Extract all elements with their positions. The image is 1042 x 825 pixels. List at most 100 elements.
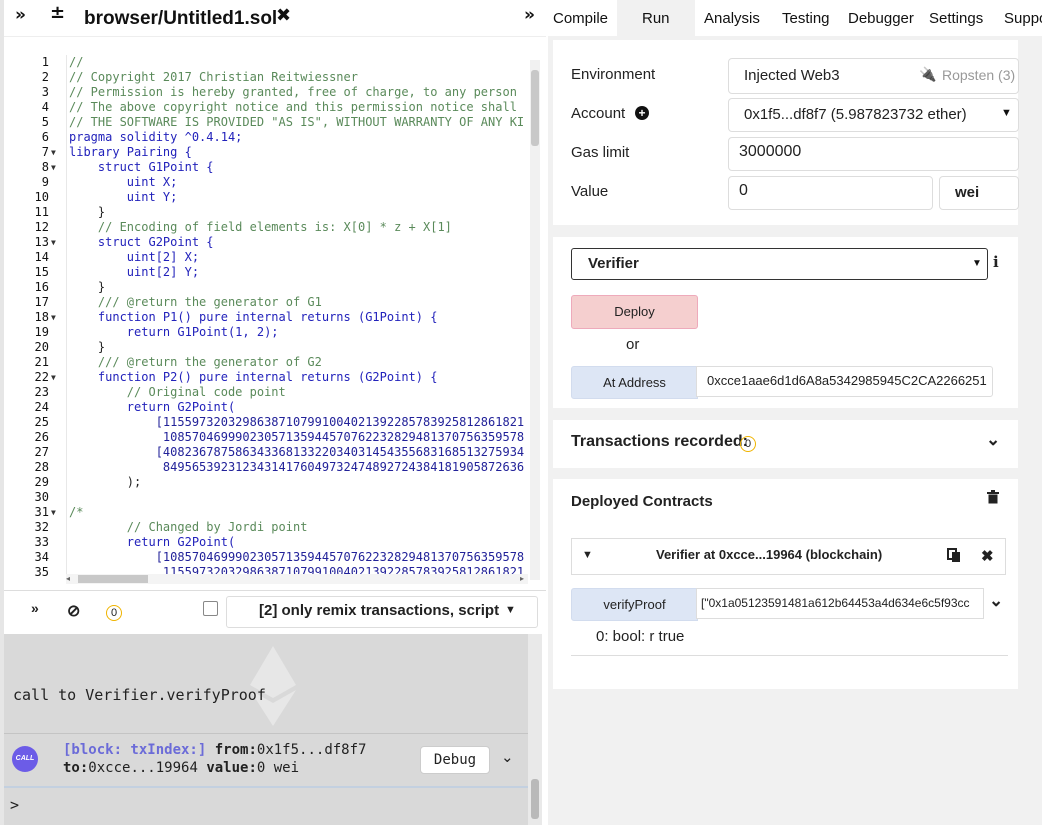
tab-support[interactable]: Support	[1004, 0, 1042, 36]
code-line[interactable]: [115597320329863871079910040213922857839…	[67, 415, 528, 430]
fold-arrow-icon[interactable]: ▼	[51, 145, 56, 160]
code-line[interactable]: library Pairing {	[67, 145, 528, 160]
instance-title: Verifier at 0xcce...19964 (blockchain)	[656, 547, 883, 562]
line-number: 7 ▼	[41, 145, 56, 160]
transactions-recorded-label: Transactions recorded:	[571, 433, 748, 450]
code-line[interactable]: }	[67, 340, 528, 355]
info-icon[interactable]: i	[993, 253, 999, 271]
fold-arrow-icon[interactable]: ▼	[51, 370, 56, 385]
code-line[interactable]: // Copyright 2017 Christian Reitwiessner	[67, 70, 528, 85]
code-line[interactable]: // Changed by Jordi point	[67, 520, 528, 535]
code-line[interactable]: function P2() pure internal returns (G2P…	[67, 370, 528, 385]
code-line[interactable]: return G2Point(	[67, 400, 528, 415]
collapse-right-icon[interactable]: »	[524, 5, 535, 25]
environment-label: Environment	[571, 66, 656, 83]
plug-icon: 🔌	[919, 66, 937, 82]
file-tab-title[interactable]: browser/Untitled1.sol	[84, 8, 277, 30]
code-line[interactable]: uint[2] X;	[67, 250, 528, 265]
close-tab-icon[interactable]: ✖	[276, 5, 291, 26]
line-number: 20	[34, 340, 49, 354]
code-line[interactable]: 8495653923123431417604973247489272438418…	[67, 460, 528, 475]
code-line[interactable]: function P1() pure internal returns (G1P…	[67, 310, 528, 325]
collapse-left-icon[interactable]: »	[15, 5, 26, 25]
code-line[interactable]: //	[67, 55, 528, 70]
terminal-input[interactable]: >	[10, 796, 19, 814]
code-line[interactable]: pragma solidity ^0.4.14;	[67, 130, 528, 145]
code-line[interactable]: 1085704699902305713594457076223282948137…	[67, 430, 528, 445]
code-line[interactable]: }	[67, 280, 528, 295]
code-line[interactable]: // Permission is hereby granted, free of…	[67, 85, 528, 100]
line-number: 9	[41, 175, 49, 189]
editor-horizontal-scrollbar[interactable]	[66, 574, 528, 584]
tab-analysis[interactable]: Analysis	[704, 0, 760, 36]
verify-proof-button[interactable]: verifyProof	[571, 588, 698, 621]
code-editor[interactable]: 1 2 3 4 5 6 7 ▼ 8 ▼ 9 10 11 12 13 ▼ 14 15 16 17 18 ▼ 19 20 21 22 ▼…	[4, 55, 528, 577]
fold-arrow-icon[interactable]: ▼	[51, 310, 56, 325]
code-line[interactable]: /// @return the generator of G1	[67, 295, 528, 310]
line-number: 28	[34, 460, 49, 474]
code-line[interactable]: uint X;	[67, 175, 528, 190]
code-line[interactable]: uint[2] Y;	[67, 265, 528, 280]
tab-debugger[interactable]: Debugger	[848, 0, 914, 36]
code-line[interactable]: );	[67, 475, 528, 490]
line-number: 11	[34, 205, 49, 219]
trash-icon[interactable]	[987, 490, 999, 504]
listen-network-checkbox[interactable]	[203, 601, 218, 616]
code-line[interactable]: [408236787586343368133220340314543556831…	[67, 445, 528, 460]
code-line[interactable]: /*	[67, 505, 528, 520]
value-input[interactable]	[728, 176, 933, 210]
line-number: 31 ▼	[34, 505, 56, 520]
tab-run[interactable]: Run	[642, 0, 670, 36]
tab-compile[interactable]: Compile	[553, 0, 608, 36]
line-number: 33	[34, 535, 49, 549]
code-line[interactable]: [108570469990230571359445707622328294813…	[67, 550, 528, 565]
expand-transaction-chevron-icon[interactable]: ⌄	[501, 748, 514, 766]
expand-args-chevron-icon[interactable]: ⌄	[989, 591, 1003, 611]
clear-terminal-icon[interactable]: ⊘	[67, 601, 80, 621]
code-line[interactable]: return G2Point(	[67, 535, 528, 550]
add-account-icon[interactable]: +	[635, 106, 649, 120]
code-line[interactable]: /// @return the generator of G2	[67, 355, 528, 370]
code-line[interactable]: uint Y;	[67, 190, 528, 205]
editor-vertical-scroll-thumb[interactable]	[531, 70, 539, 146]
code-line[interactable]: }	[67, 205, 528, 220]
editor-horizontal-scroll-thumb[interactable]	[78, 575, 148, 583]
remove-instance-icon[interactable]: ✖	[981, 547, 994, 565]
line-number: 10	[34, 190, 49, 204]
increase-font-icon[interactable]: ±	[50, 2, 65, 23]
terminal-scrollbar[interactable]	[528, 634, 542, 825]
transaction-line-1: [block: txIndex:] from:0x1f5...df8f7	[63, 742, 366, 758]
verify-proof-args-value: ["0x1a05123591481a612b64453a4d634e6c5f93…	[701, 596, 970, 610]
instance-caret-down-icon[interactable]: ▼	[582, 549, 593, 561]
fold-arrow-icon[interactable]: ▼	[51, 160, 56, 175]
copy-address-icon[interactable]	[947, 548, 961, 563]
deploy-button[interactable]: Deploy	[571, 295, 698, 329]
tx-block-info: [block: txIndex:]	[63, 742, 207, 758]
code-line[interactable]: struct G2Point {	[67, 235, 528, 250]
code-lines[interactable]: //// Copyright 2017 Christian Reitwiessn…	[66, 55, 528, 577]
at-address-button[interactable]: At Address	[571, 366, 698, 399]
fold-arrow-icon[interactable]: ▼	[51, 235, 56, 250]
code-line[interactable]: struct G1Point {	[67, 160, 528, 175]
line-number: 16	[34, 280, 49, 294]
minimize-terminal-icon[interactable]: »	[31, 600, 39, 616]
expand-transactions-chevron-icon[interactable]: ⌄	[986, 430, 1000, 450]
code-line[interactable]: // Encoding of field elements is: X[0] *…	[67, 220, 528, 235]
tab-testing[interactable]: Testing	[782, 0, 830, 36]
line-number: 1	[41, 55, 49, 69]
scroll-left-arrow-icon[interactable]: ◂	[66, 574, 70, 583]
tab-settings[interactable]: Settings	[929, 0, 983, 36]
code-line[interactable]: // THE SOFTWARE IS PROVIDED "AS IS", WIT…	[67, 115, 528, 130]
code-line[interactable]: // The above copyright notice and this p…	[67, 100, 528, 115]
code-line[interactable]	[67, 490, 528, 505]
debug-button[interactable]: Debug	[420, 746, 490, 774]
scroll-right-arrow-icon[interactable]: ▸	[520, 574, 524, 583]
terminal-scroll-thumb[interactable]	[531, 779, 539, 819]
code-line[interactable]: return G1Point(1, 2);	[67, 325, 528, 340]
line-number: 32	[34, 520, 49, 534]
account-caret-icon: ▼	[1001, 107, 1012, 119]
editor-vertical-scrollbar[interactable]	[530, 60, 540, 580]
code-line[interactable]: // Original code point	[67, 385, 528, 400]
fold-arrow-icon[interactable]: ▼	[51, 505, 56, 520]
gas-limit-value: 3000000	[739, 143, 802, 160]
